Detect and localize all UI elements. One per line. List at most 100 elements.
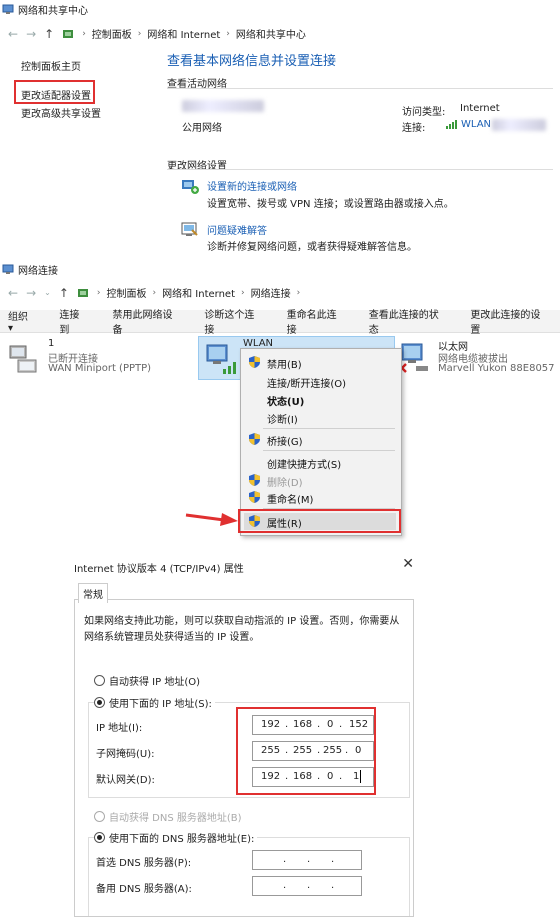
auto-ip-label: 自动获得 IP 地址(O) — [109, 677, 201, 688]
adapter-item-1[interactable]: 1 已断开连接 WAN Miniport (PPTP) — [6, 338, 186, 378]
breadcrumb-item[interactable]: 网络和 Internet — [162, 285, 235, 300]
up-arrow-icon[interactable]: ↑ — [59, 286, 69, 300]
subnet-mask-label: 子网掩码(U): — [96, 749, 155, 760]
menu-item-delete: 删除(D) — [267, 478, 303, 489]
window2-titlebar: 网络连接 — [2, 262, 58, 277]
breadcrumb: › 控制面板 › 网络和 Internet › 网络连接 › — [97, 285, 300, 301]
manual-ip-label: 使用下面的 IP 地址(S): — [109, 699, 212, 710]
adapter-device: Marvell Yukon 88E8057 — [438, 363, 555, 374]
highlight-box — [236, 707, 376, 795]
troubleshoot-icon — [181, 222, 198, 236]
manual-dns-radio[interactable]: 使用下面的 DNS 服务器地址(E): — [94, 830, 258, 845]
breadcrumb-item[interactable]: 网络和 Internet — [147, 26, 220, 41]
toolbar-settings-button[interactable]: 更改此连接的设置 — [458, 306, 560, 336]
toolbar-connect-button[interactable]: 连接到 — [47, 306, 100, 336]
task-troubleshoot-link[interactable]: 问题疑难解答 — [207, 222, 267, 237]
auto-dns-radio: 自动获得 DNS 服务器地址(B) — [94, 809, 242, 824]
toolbar-disable-button[interactable]: 禁用此网络设备 — [100, 306, 192, 336]
uac-shield-icon — [249, 356, 260, 368]
adapter-item-ethernet[interactable]: 以太网 网络电缆被拔出 Marvell Yukon 88E8057 — [396, 338, 560, 378]
wlan-adapter-icon — [206, 344, 236, 374]
uac-shield-icon — [249, 474, 260, 486]
manual-dns-label: 使用下面的 DNS 服务器地址(E): — [109, 834, 255, 845]
menu-separator — [263, 450, 395, 451]
back-arrow-icon[interactable]: ← — [8, 27, 18, 41]
task-troubleshoot-desc: 诊断并修复网络问题，或者获得疑难解答信息。 — [207, 242, 417, 253]
up-arrow-icon[interactable]: ↑ — [44, 27, 54, 41]
task-new-connection-desc: 设置宽带、拨号或 VPN 连接；或设置路由器或接入点。 — [207, 199, 454, 210]
ip-address-label: IP 地址(I): — [96, 723, 143, 734]
manual-ip-radio[interactable]: 使用下面的 IP 地址(S): — [94, 695, 215, 710]
ip-dot: . — [283, 854, 287, 865]
ip-dot: . — [331, 880, 335, 891]
radio-icon — [94, 832, 105, 843]
breadcrumb: › 控制面板 › 网络和 Internet › 网络和共享中心 — [82, 26, 306, 42]
forward-arrow-icon[interactable]: → — [26, 27, 36, 41]
window1-titlebar: 网络和共享中心 — [2, 2, 88, 17]
adapter-name: 1 — [48, 338, 55, 349]
menu-separator — [263, 428, 395, 429]
toolbar-organize-button[interactable]: 组织 ▾ — [0, 308, 47, 334]
wifi-signal-icon — [446, 120, 457, 129]
breadcrumb-item[interactable]: 网络和共享中心 — [236, 26, 306, 41]
control-panel-icon — [63, 29, 74, 38]
connection-value[interactable]: WLAN — [461, 119, 491, 130]
menu-item-shortcut[interactable]: 创建快捷方式(S) — [267, 456, 341, 471]
ip-dot: . — [307, 854, 311, 865]
tab-general[interactable]: 常规 — [78, 583, 108, 603]
ipv4-properties-dialog: Internet 协议版本 4 (TCP/IPv4) 属性 ✕ 常规 如果网络支… — [70, 552, 422, 918]
window1-nav: ← → ↑ › 控制面板 › 网络和 Internet › 网络和共享中心 — [8, 26, 306, 42]
radio-icon — [94, 697, 105, 708]
new-connection-icon — [182, 180, 199, 194]
menu-item-rename[interactable]: 重命名(M) — [267, 491, 313, 506]
toolbar-status-button[interactable]: 查看此连接的状态 — [357, 306, 459, 336]
default-gateway-label: 默认网关(D): — [96, 775, 155, 786]
pptp-adapter-icon — [9, 345, 37, 373]
breadcrumb-item[interactable]: 网络连接 — [251, 285, 291, 300]
preferred-dns-label: 首选 DNS 服务器(P): — [96, 858, 192, 869]
task-new-connection-link[interactable]: 设置新的连接或网络 — [207, 178, 297, 193]
control-panel-icon — [77, 288, 88, 297]
dropdown-arrow-icon[interactable]: ⌄ — [44, 288, 51, 297]
menu-item-connect[interactable]: 连接/断开连接(O) — [267, 375, 346, 390]
command-toolbar: 组织 ▾ 连接到 禁用此网络设备 诊断这个连接 重命名此连接 查看此连接的状态 … — [0, 308, 560, 336]
sidebar-item-control-panel-home[interactable]: 控制面板主页 — [21, 58, 81, 73]
breadcrumb-item[interactable]: 控制面板 — [107, 285, 147, 300]
alternate-dns-label: 备用 DNS 服务器(A): — [96, 884, 192, 895]
window2-title: 网络连接 — [18, 266, 58, 277]
close-icon[interactable]: ✕ — [402, 556, 414, 572]
toolbar-diagnose-button[interactable]: 诊断这个连接 — [192, 306, 274, 336]
wlan-name-redacted — [492, 119, 546, 131]
alternate-dns-input[interactable]: ... — [252, 876, 362, 896]
window2-nav: ← → ⌄ ↑ › 控制面板 › 网络和 Internet › 网络连接 › — [8, 285, 300, 301]
dialog-title: Internet 协议版本 4 (TCP/IPv4) 属性 — [74, 564, 244, 575]
menu-item-status[interactable]: 状态(U) — [267, 393, 304, 408]
ip-dot: . — [331, 854, 335, 865]
radio-icon — [94, 811, 105, 822]
back-arrow-icon[interactable]: ← — [8, 286, 18, 300]
highlight-box — [14, 80, 95, 104]
auto-ip-radio[interactable]: 自动获得 IP 地址(O) — [94, 673, 200, 688]
network-center-icon — [2, 4, 14, 14]
ip-dot: . — [307, 880, 311, 891]
red-arrow-icon — [185, 513, 238, 526]
network-connections-icon — [2, 264, 14, 274]
forward-arrow-icon[interactable]: → — [26, 286, 36, 300]
sidebar-item-advanced-sharing[interactable]: 更改高级共享设置 — [21, 105, 101, 120]
menu-item-disable[interactable]: 禁用(B) — [267, 356, 302, 371]
connection-label: 连接: — [402, 123, 426, 134]
menu-item-bridge[interactable]: 桥接(G) — [267, 433, 303, 448]
divider — [167, 88, 553, 89]
divider — [167, 169, 553, 170]
connection-link[interactable]: WLAN — [446, 119, 491, 130]
breadcrumb-item[interactable]: 控制面板 — [92, 26, 132, 41]
highlight-box — [238, 509, 401, 533]
ip-dot: . — [283, 880, 287, 891]
toolbar-rename-button[interactable]: 重命名此连接 — [275, 306, 357, 336]
dialog-description: 如果网络支持此功能，则可以获取自动指派的 IP 设置。否则，你需要从网络系统管理… — [84, 616, 400, 643]
preferred-dns-input[interactable]: ... — [252, 850, 362, 870]
uac-shield-icon — [249, 433, 260, 445]
menu-item-diagnose[interactable]: 诊断(I) — [267, 411, 298, 426]
radio-icon — [94, 675, 105, 686]
auto-dns-label: 自动获得 DNS 服务器地址(B) — [109, 813, 242, 824]
